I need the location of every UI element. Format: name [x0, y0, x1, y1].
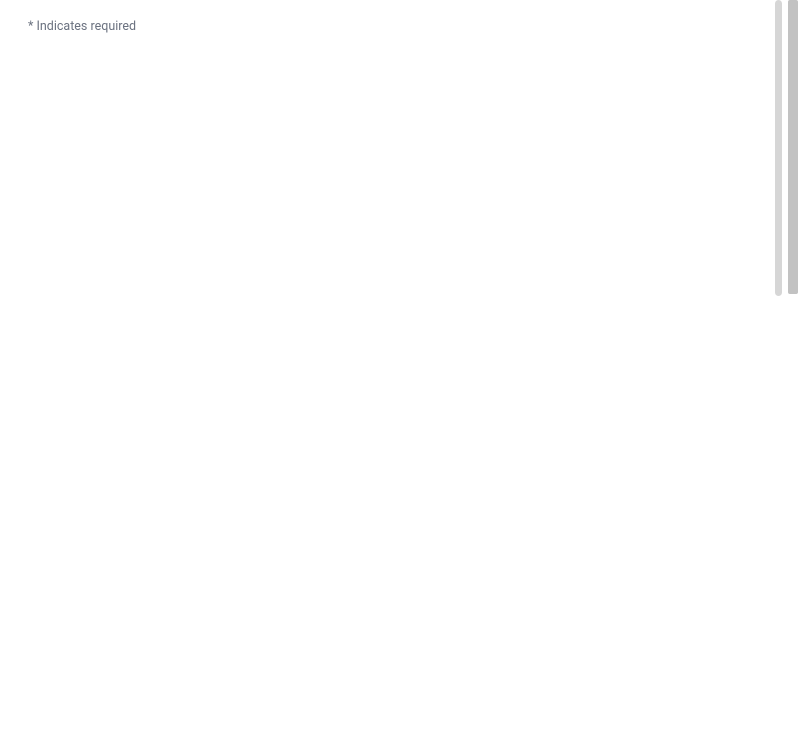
- required-indicator-note: * Indicates required: [28, 19, 772, 34]
- inner-scrollbar-thumb[interactable]: [775, 0, 782, 296]
- form-scroll-area[interactable]: * Indicates required Title* Employment t…: [0, 0, 800, 34]
- outer-scrollbar-thumb[interactable]: [788, 0, 798, 294]
